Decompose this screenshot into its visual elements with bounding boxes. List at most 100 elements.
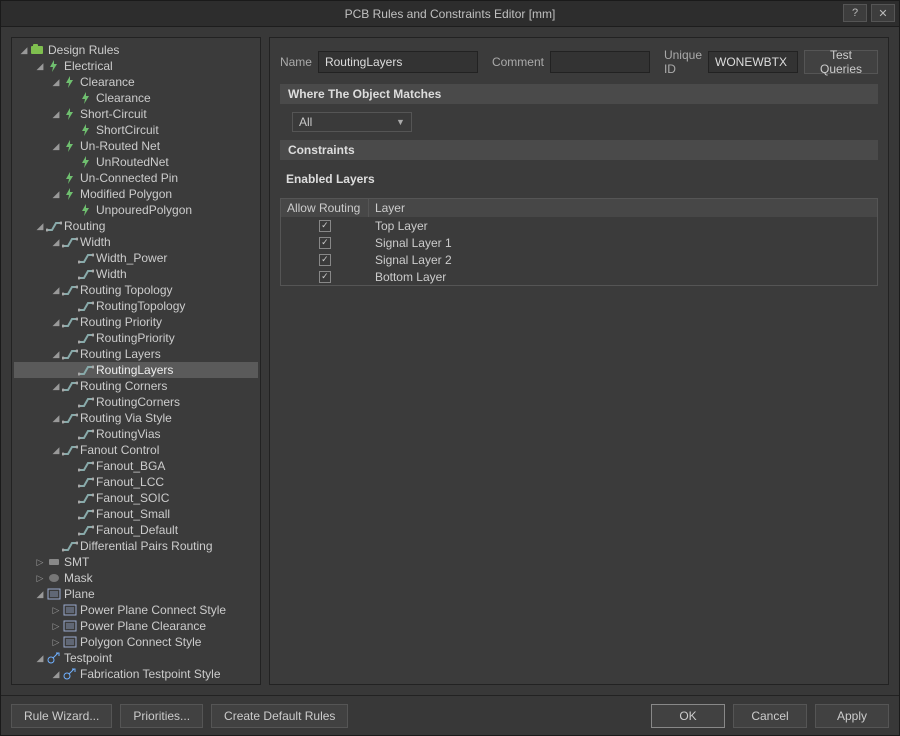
close-button[interactable]: ✕	[871, 4, 895, 22]
tree-node[interactable]: Fanout_SOIC	[14, 490, 258, 506]
tree-node[interactable]: RoutingPriority	[14, 330, 258, 346]
tree-node[interactable]: RoutingTopology	[14, 298, 258, 314]
collapse-icon[interactable]: ◢	[50, 410, 62, 426]
collapse-icon[interactable]: ◢	[50, 378, 62, 394]
collapse-icon[interactable]: ◢	[34, 218, 46, 234]
create-default-rules-button[interactable]: Create Default Rules	[211, 704, 348, 728]
tree-node[interactable]: UnpouredPolygon	[14, 202, 258, 218]
tree-node[interactable]: ▷ Polygon Connect Style	[14, 634, 258, 650]
electrical-icon	[78, 91, 94, 105]
collapse-icon[interactable]: ◢	[50, 186, 62, 202]
tree-node[interactable]: ◢Modified Polygon	[14, 186, 258, 202]
comment-input[interactable]	[550, 51, 650, 73]
allow-routing-checkbox[interactable]: ✓	[319, 271, 331, 283]
tree-node[interactable]: Differential Pairs Routing	[14, 538, 258, 554]
tree-node[interactable]: ◢Design Rules	[14, 42, 258, 58]
tree-node-label: RoutingLayers	[96, 362, 173, 378]
tree-node[interactable]: Width	[14, 266, 258, 282]
tree-node-label: Routing Corners	[80, 378, 167, 394]
routing-icon	[62, 443, 78, 457]
tree-node-label: UnpouredPolygon	[96, 202, 192, 218]
tree-node[interactable]: ▷Power Plane Connect Style	[14, 602, 258, 618]
priorities-button[interactable]: Priorities...	[120, 704, 203, 728]
tree-node[interactable]: RoutingCorners	[14, 394, 258, 410]
collapse-icon[interactable]: ◢	[50, 442, 62, 458]
expand-icon[interactable]: ▷	[50, 602, 62, 618]
titlebar: PCB Rules and Constraints Editor [mm] ? …	[1, 1, 899, 27]
tree-node[interactable]: ▷Power Plane Clearance	[14, 618, 258, 634]
apply-button[interactable]: Apply	[815, 704, 889, 728]
tree-node[interactable]: ◢Un-Routed Net	[14, 138, 258, 154]
tree-node[interactable]: ◢ Routing Via Style	[14, 410, 258, 426]
tree-node[interactable]: ▷SMT	[14, 554, 258, 570]
tree-node[interactable]: Fanout_Default	[14, 522, 258, 538]
expand-icon[interactable]: ▷	[50, 618, 62, 634]
routing-icon	[78, 267, 94, 281]
expand-icon[interactable]: ▷	[34, 554, 46, 570]
tree-node[interactable]: ▷Mask	[14, 570, 258, 586]
col-allow[interactable]: Allow Routing	[281, 199, 369, 217]
collapse-icon[interactable]: ◢	[50, 314, 62, 330]
collapse-icon[interactable]: ◢	[50, 106, 62, 122]
tree-node[interactable]: ◢Testpoint	[14, 650, 258, 666]
expand-icon[interactable]: ▷	[50, 634, 62, 650]
collapse-icon[interactable]: ◢	[50, 74, 62, 90]
collapse-icon[interactable]: ◢	[34, 650, 46, 666]
col-layer[interactable]: Layer	[369, 199, 877, 217]
tree-node[interactable]: ◢ Routing Corners	[14, 378, 258, 394]
collapse-icon[interactable]: ◢	[18, 42, 30, 58]
rules-tree[interactable]: ◢Design Rules◢Electrical◢ClearanceCleara…	[11, 37, 261, 685]
tree-node[interactable]: ◢Routing Layers	[14, 346, 258, 362]
collapse-icon[interactable]: ◢	[34, 58, 46, 74]
collapse-icon[interactable]: ◢	[50, 346, 62, 362]
tree-node[interactable]: ◢Fabrication Testpoint Style	[14, 666, 258, 682]
tree-node[interactable]: ◢Routing	[14, 218, 258, 234]
collapse-icon[interactable]: ◢	[50, 282, 62, 298]
allow-routing-checkbox[interactable]: ✓	[319, 237, 331, 249]
test-queries-button[interactable]: Test Queries	[804, 50, 878, 74]
tree-node[interactable]: ◢Fanout Control	[14, 442, 258, 458]
tree-node[interactable]: RoutingVias	[14, 426, 258, 442]
tree-node[interactable]: ◢Short-Circuit	[14, 106, 258, 122]
tree-node[interactable]: ◢ Width	[14, 234, 258, 250]
collapse-icon[interactable]: ◢	[50, 138, 62, 154]
tree-node[interactable]: UnRoutedNet	[14, 154, 258, 170]
tree-node[interactable]: ◢Clearance	[14, 74, 258, 90]
tree-node-label: Width	[80, 234, 111, 250]
tree-node[interactable]: RoutingLayers	[14, 362, 258, 378]
ok-button[interactable]: OK	[651, 704, 725, 728]
tree-node[interactable]: Fanout_Small	[14, 506, 258, 522]
tree-node[interactable]: ◢Routing Topology	[14, 282, 258, 298]
tree-node-label: Width_Power	[96, 250, 167, 266]
name-input[interactable]	[318, 51, 478, 73]
tree-node[interactable]: Width_Power	[14, 250, 258, 266]
tree-node-label: Fanout_Default	[96, 522, 178, 538]
tree-node[interactable]: ◢Plane	[14, 586, 258, 602]
tree-node[interactable]: ◢Routing Priority	[14, 314, 258, 330]
help-button[interactable]: ?	[843, 4, 867, 22]
tree-node[interactable]: Clearance	[14, 90, 258, 106]
tree-node-label: RoutingCorners	[96, 394, 180, 410]
tree-node[interactable]: ShortCircuit	[14, 122, 258, 138]
tree-node[interactable]: Un-Connected Pin	[14, 170, 258, 186]
allow-routing-checkbox[interactable]: ✓	[319, 220, 331, 232]
collapse-icon[interactable]: ◢	[50, 234, 62, 250]
expand-icon[interactable]: ▷	[34, 570, 46, 586]
cancel-button[interactable]: Cancel	[733, 704, 807, 728]
electrical-icon	[62, 75, 78, 89]
rule-wizard-button[interactable]: Rule Wizard...	[11, 704, 112, 728]
tree-node[interactable]: Fanout_BGA	[14, 458, 258, 474]
electrical-icon	[62, 139, 78, 153]
tree-node-label: Polygon Connect Style	[80, 634, 201, 650]
tree-node[interactable]: Fanout_LCC	[14, 474, 258, 490]
enabled-layers-label: Enabled Layers	[280, 168, 878, 188]
tree-node-label: Routing Via Style	[80, 410, 172, 426]
allow-routing-checkbox[interactable]: ✓	[319, 254, 331, 266]
table-row: ✓Bottom Layer	[281, 268, 877, 285]
tree-node-label: ShortCircuit	[96, 122, 159, 138]
collapse-icon[interactable]: ◢	[34, 586, 46, 602]
tree-node[interactable]: ◢Electrical	[14, 58, 258, 74]
where-dropdown[interactable]: All ▼	[292, 112, 412, 132]
uniqueid-input[interactable]	[708, 51, 798, 73]
collapse-icon[interactable]: ◢	[50, 666, 62, 682]
